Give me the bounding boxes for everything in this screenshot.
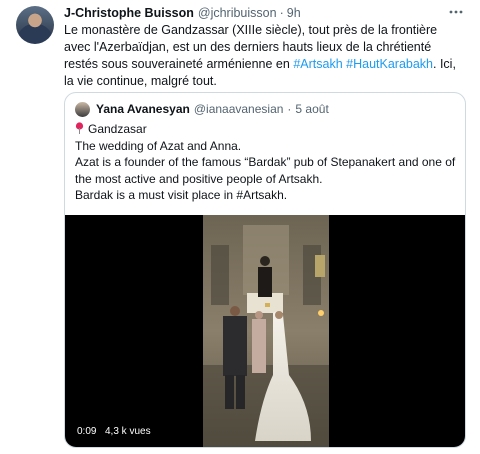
tweet[interactable]: J-Christophe Buisson @jchribuisson · 9h … [0,0,480,454]
quoted-header: Yana Avanesyan @ianaavanesian · 5 août [75,101,329,117]
quoted-line-1: The wedding of Azat and Anna. [75,138,242,153]
tweet-text: Le monastère de Gandzassar (XIIIe siècle… [64,22,466,90]
video-elapsed: 0:09 [73,424,101,439]
author-name[interactable]: J-Christophe Buisson [64,6,194,20]
video-frame-image [203,215,329,447]
quoted-timestamp[interactable]: 5 août [295,102,328,116]
hashtag-hautkarabakh[interactable]: #HautKarabakh [346,57,433,71]
tweet-header: J-Christophe Buisson @jchribuisson · 9h [64,4,301,22]
more-horizontal-icon-svg [449,10,463,14]
tweet-timestamp[interactable]: 9h [287,6,301,20]
quoted-text: Gandzasar The wedding of Azat and Anna. … [75,121,459,204]
quoted-line-2: Azat is a founder of the famous “Bardak”… [75,155,456,186]
quoted-line-3: Bardak is a must visit place in #Artsakh… [75,188,288,202]
video-views: 4,3 k vues [101,424,155,439]
quoted-author-avatar[interactable] [75,101,90,117]
quoted-separator-dot: · [287,102,292,116]
location-label: Gandzasar [88,122,147,136]
quoted-tweet[interactable]: Yana Avanesyan @ianaavanesian · 5 août G… [64,92,466,448]
author-avatar[interactable] [16,6,54,44]
quoted-author-name[interactable]: Yana Avanesyan [96,102,190,116]
video-player[interactable]: 0:09 4,3 k vues [65,215,465,447]
separator-dot: · [279,6,284,20]
pin-icon [75,122,84,134]
more-horizontal-icon[interactable] [446,4,466,20]
hashtag-artsakh[interactable]: #Artsakh [293,57,342,71]
location-line: Gandzasar [75,121,459,138]
author-handle[interactable]: @jchribuisson [198,6,277,20]
quoted-author-handle[interactable]: @ianaavanesian [194,102,284,116]
